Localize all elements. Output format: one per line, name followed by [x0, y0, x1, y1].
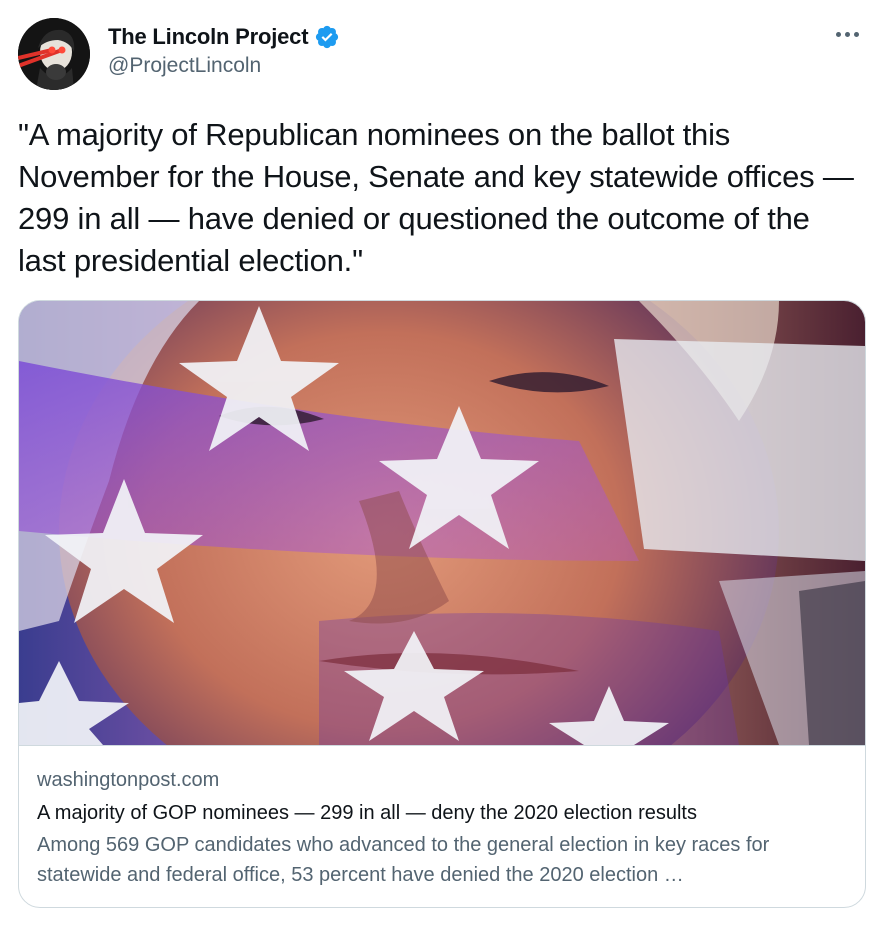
- card-body: washingtonpost.com A majority of GOP nom…: [19, 746, 865, 890]
- avatar[interactable]: [18, 18, 90, 90]
- card-image[interactable]: [19, 301, 865, 746]
- author-handle[interactable]: @ProjectLincoln: [108, 54, 340, 78]
- more-options-icon[interactable]: [832, 24, 862, 44]
- name-row: The Lincoln Project: [108, 22, 340, 52]
- tweet-text: "A majority of Republican nominees on th…: [18, 117, 863, 278]
- author-display-name[interactable]: The Lincoln Project: [108, 24, 309, 50]
- card-domain: washingtonpost.com: [37, 769, 220, 791]
- verified-badge-icon[interactable]: [314, 24, 340, 50]
- tweet: The Lincoln Project @ProjectLincoln "A m…: [0, 0, 880, 928]
- author-block: The Lincoln Project @ProjectLincoln: [108, 22, 340, 78]
- link-card[interactable]: washingtonpost.com A majority of GOP nom…: [18, 300, 866, 908]
- portrait-flag-overlay-image: [19, 301, 865, 745]
- avatar-portrait-icon: [18, 18, 90, 90]
- card-title: A majority of GOP nominees — 299 in all …: [37, 802, 697, 824]
- card-description: Among 569 GOP candidates who advanced to…: [37, 834, 770, 886]
